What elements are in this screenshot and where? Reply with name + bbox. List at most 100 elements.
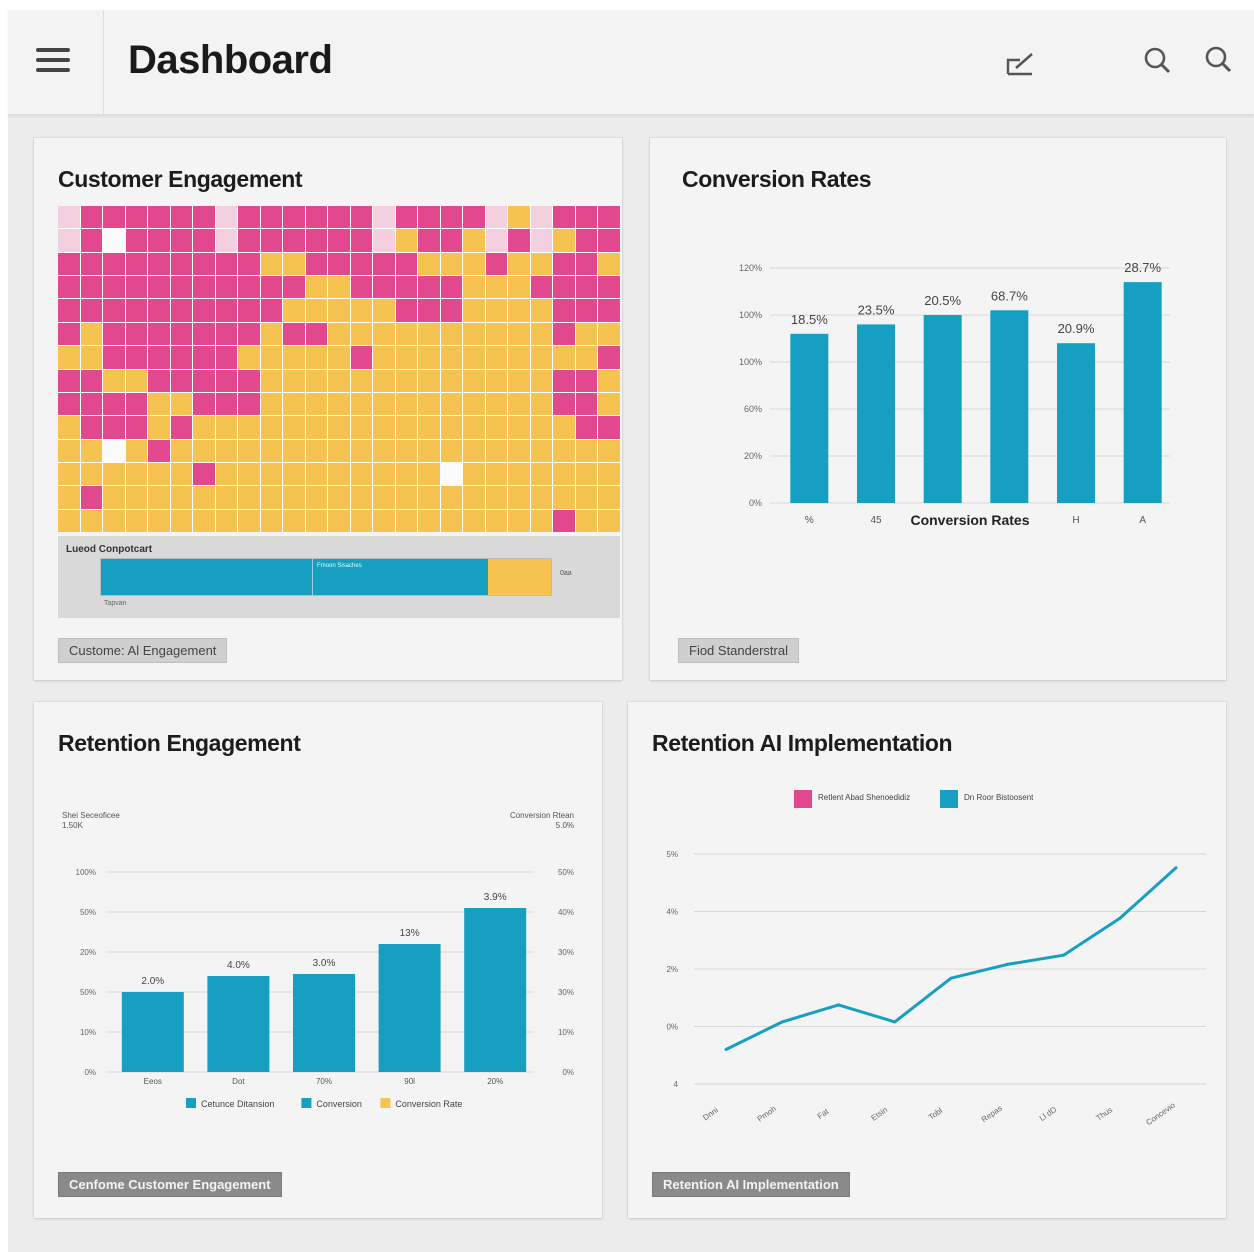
heatmap-cell xyxy=(103,206,125,229)
heatmap-cell xyxy=(80,509,103,532)
card-footer-tag[interactable]: Cenfome Customer Engagement xyxy=(58,1172,282,1197)
heatmap-cell xyxy=(553,322,575,346)
heatmap-cell xyxy=(395,462,418,486)
heatmap-cell xyxy=(125,486,148,509)
x-tick-label: Pmoh xyxy=(756,1104,778,1123)
heatmap-cell xyxy=(463,509,485,532)
heatmap-cell xyxy=(553,206,575,229)
heatmap-cell xyxy=(350,299,373,322)
heatmap-cell xyxy=(103,486,125,509)
left-y-tick-label: 20% xyxy=(80,948,96,957)
card-title: Retention AI Implementation xyxy=(652,730,953,756)
heatmap-cell xyxy=(418,322,440,346)
heatmap-cell xyxy=(193,322,215,346)
heatmap-cell xyxy=(463,346,485,369)
x-tick-label: Thus xyxy=(1094,1105,1114,1123)
heatmap-cell xyxy=(260,206,283,229)
heatmap-cell xyxy=(58,322,80,346)
card-footer-tag[interactable]: Fiod Standerstral xyxy=(678,638,799,663)
heatmap-cell xyxy=(418,462,440,486)
header-divider xyxy=(103,10,104,114)
heatmap-cell xyxy=(170,416,193,439)
heatmap-cell xyxy=(260,346,283,369)
data-point xyxy=(1118,916,1122,920)
heatmap-cell xyxy=(508,322,530,346)
search-icon[interactable] xyxy=(1138,42,1178,82)
heatmap-cell xyxy=(350,346,373,369)
heatmap-cell xyxy=(508,276,530,299)
heatmap-cell xyxy=(103,252,125,276)
heatmap-cell xyxy=(283,392,305,416)
heatmap-cell xyxy=(193,346,215,369)
heatmap-cell xyxy=(193,276,215,299)
heatmap-cell xyxy=(58,392,80,416)
heatmap-cell xyxy=(418,252,440,276)
heatmap-cell xyxy=(530,462,553,486)
heatmap-cell xyxy=(80,369,103,392)
bar xyxy=(1123,282,1162,503)
x-tick-label: 20% xyxy=(487,1077,503,1086)
top-bar: Dashboard xyxy=(8,10,1254,115)
heatmap-cell xyxy=(125,229,148,252)
heatmap-cell xyxy=(553,439,575,462)
bar xyxy=(207,976,270,1072)
heatmap-cell xyxy=(373,299,395,322)
heatmap-cell xyxy=(485,206,508,229)
heatmap-cell xyxy=(440,369,463,392)
heatmap-cell xyxy=(508,416,530,439)
heatmap-cell xyxy=(305,486,328,509)
heatmap-cell xyxy=(418,369,440,392)
x-tick-label: 45 xyxy=(870,515,882,526)
heatmap-cell xyxy=(373,462,395,486)
heatmap-cell xyxy=(485,439,508,462)
advanced-search-icon[interactable] xyxy=(1200,42,1240,82)
heatmap-cell xyxy=(440,392,463,416)
heatmap-cell xyxy=(530,416,553,439)
y-tick-label: 0% xyxy=(749,498,762,508)
heatmap-cell xyxy=(485,346,508,369)
menu-line-icon xyxy=(36,48,70,52)
edit-icon[interactable] xyxy=(1002,42,1042,82)
card-footer-tag[interactable]: Custome: Al Engagement xyxy=(58,638,228,663)
heatmap-cell xyxy=(103,299,125,322)
page-title: Dashboard xyxy=(128,38,333,82)
heatmap-cell xyxy=(395,252,418,276)
heatmap-cell xyxy=(553,392,575,416)
y-tick-label: 120% xyxy=(739,263,762,273)
heatmap-cell xyxy=(485,486,508,509)
heatmap-cell xyxy=(80,462,103,486)
heatmap-cell xyxy=(193,416,215,439)
retention-engagement-card: Retention Engagement Shei Seceoficee 1.50… xyxy=(34,702,602,1218)
data-point xyxy=(1174,866,1178,870)
heatmap-cell xyxy=(103,439,125,462)
x-tick-label: Eeos xyxy=(144,1077,162,1086)
heatmap-cell xyxy=(328,486,350,509)
heatmap-cell xyxy=(125,299,148,322)
heatmap-cell xyxy=(58,439,80,462)
heatmap-cell xyxy=(148,346,170,369)
legend-swatch xyxy=(940,790,958,808)
legend-bar-segment xyxy=(101,559,314,595)
heatmap-cell xyxy=(350,392,373,416)
heatmap-cell xyxy=(373,486,395,509)
heatmap-cell xyxy=(395,206,418,229)
x-tick-label: 90l xyxy=(404,1077,415,1086)
heatmap-cell xyxy=(260,369,283,392)
heatmap-cell xyxy=(530,392,553,416)
heatmap-cell xyxy=(328,369,350,392)
heatmap-cell xyxy=(418,392,440,416)
heatmap-cell xyxy=(463,322,485,346)
heatmap-cell xyxy=(553,416,575,439)
heatmap-cell xyxy=(215,229,238,252)
heatmap-cell xyxy=(395,509,418,532)
heatmap-cell xyxy=(373,439,395,462)
heatmap-cell xyxy=(238,252,260,276)
heatmap-cell xyxy=(238,509,260,532)
heatmap-cell xyxy=(103,229,125,252)
card-footer-tag[interactable]: Retention AI Implementation xyxy=(652,1172,850,1197)
hamburger-menu-button[interactable] xyxy=(32,44,74,78)
left-y-tick-label: 100% xyxy=(76,868,96,877)
data-point xyxy=(1005,962,1009,966)
heatmap-cell xyxy=(373,276,395,299)
right-axis-title: Conversion Rtean xyxy=(510,811,574,820)
